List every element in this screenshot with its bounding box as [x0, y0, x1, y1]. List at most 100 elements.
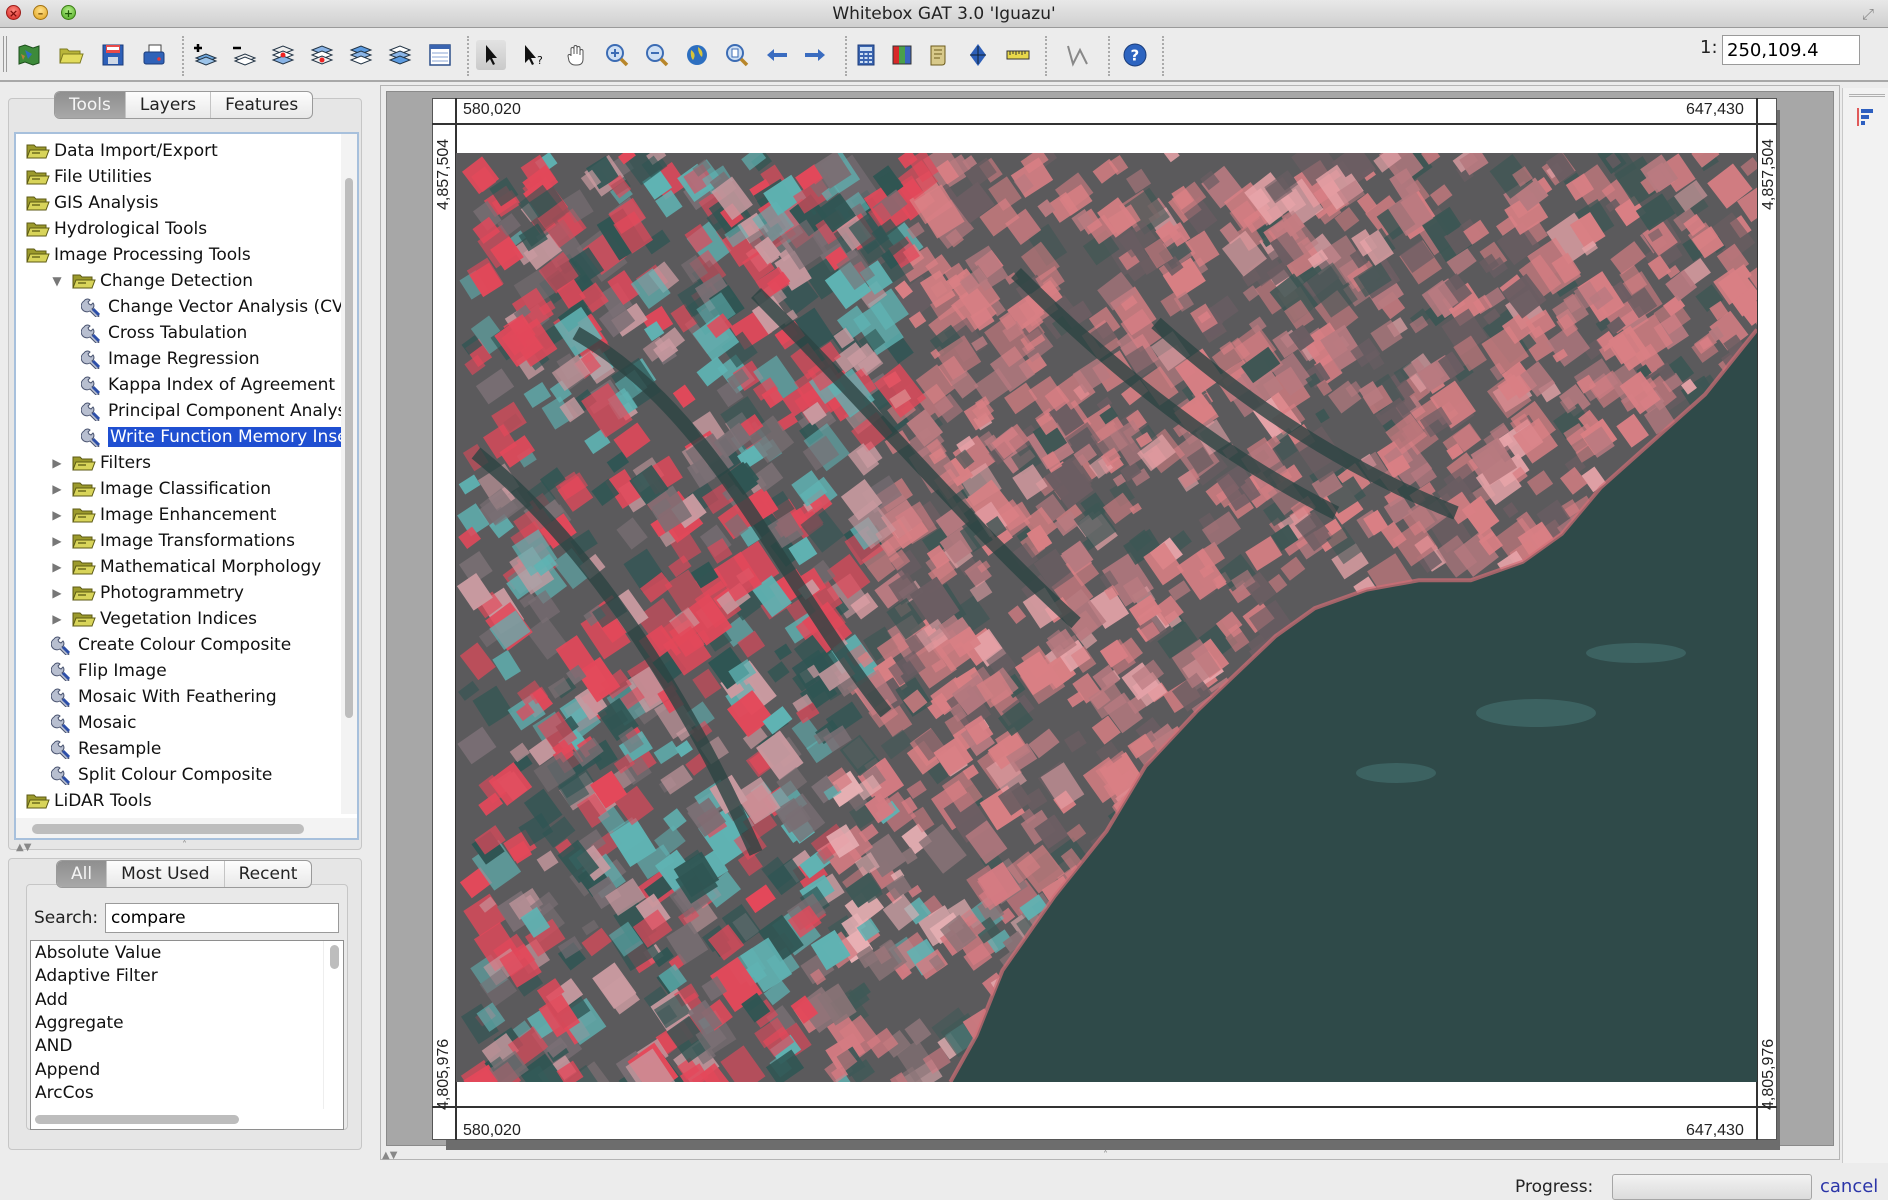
tool-list-item[interactable]: Append [35, 1060, 100, 1083]
fullscreen-icon[interactable]: ⤢ [1862, 5, 1880, 23]
tree-item-label: Image Processing Tools [54, 245, 251, 265]
tree-tool-item[interactable]: Image Regression [80, 346, 260, 372]
right-bottom-y-coordinate: 4,805,976 [1760, 1038, 1777, 1110]
zoom-to-layer-button[interactable] [722, 40, 752, 70]
tool-list-vertical-scrollbar[interactable] [323, 941, 343, 1109]
toolbar: ? ? 1: [0, 28, 1888, 82]
map-scale-input[interactable] [1722, 35, 1860, 65]
tree-folder-item[interactable]: Data Import/Export [26, 138, 218, 164]
zoom-in-button[interactable] [602, 40, 632, 70]
tree-tool-item[interactable]: Mosaic [50, 710, 136, 736]
layer-to-bottom-button[interactable] [385, 40, 415, 70]
select-button[interactable] [476, 40, 506, 70]
tree-vertical-scrollbar[interactable] [341, 134, 357, 814]
expand-arrow-icon[interactable]: ▶ [50, 482, 64, 496]
satellite-image[interactable] [456, 153, 1757, 1082]
tree-folder-item[interactable]: ▶ Image Classification [50, 476, 271, 502]
tree-tool-item[interactable]: Principal Component Analysi [80, 398, 351, 424]
map-splitter-arrows[interactable]: ▲▼ [382, 1150, 397, 1161]
next-extent-button[interactable] [800, 40, 830, 70]
print-button[interactable] [139, 40, 169, 70]
tab-features[interactable]: Features [210, 92, 312, 118]
tab-layers[interactable]: Layers [124, 92, 210, 118]
tab-tools[interactable]: Tools [55, 92, 125, 118]
expand-arrow-icon[interactable]: ▶ [50, 612, 64, 626]
tab-most-used[interactable]: Most Used [106, 861, 224, 887]
tool-list-item[interactable]: Absolute Value [35, 943, 161, 966]
expand-arrow-icon[interactable]: ▶ [50, 456, 64, 470]
raise-layer-button[interactable] [268, 40, 298, 70]
tree-folder-item[interactable]: Hydrological Tools [26, 216, 207, 242]
tool-list-item[interactable]: Aggregate [35, 1013, 124, 1036]
scripting-button[interactable] [923, 40, 953, 70]
tree-folder-item[interactable]: ▼ Change Detection [50, 268, 253, 294]
tree-item-label: Cross Tabulation [108, 323, 248, 343]
tree-tool-item[interactable]: Write Function Memory Inser [80, 424, 357, 450]
save-icon [102, 44, 124, 66]
tab-all[interactable]: All [57, 861, 107, 887]
digitize-button[interactable] [963, 40, 993, 70]
raster-calculator-button[interactable] [851, 40, 881, 70]
tool-list-vertical-scroll-thumb[interactable] [330, 945, 339, 969]
expand-arrow-icon[interactable]: ▶ [50, 534, 64, 548]
lower-layer-button[interactable] [307, 40, 337, 70]
zoom-out-button[interactable] [642, 40, 672, 70]
tree-tool-item[interactable]: Change Vector Analysis (CVA [80, 294, 354, 320]
identify-button[interactable]: ? [518, 40, 548, 70]
tree-tool-item[interactable]: Cross Tabulation [80, 320, 247, 346]
tab-recent[interactable]: Recent [223, 861, 312, 887]
save-button[interactable] [98, 40, 128, 70]
edit-vector-button[interactable] [1063, 40, 1093, 70]
tree-folder-item[interactable]: ▶ Vegetation Indices [50, 606, 257, 632]
tree-folder-item[interactable]: File Utilities [26, 164, 152, 190]
pan-button[interactable] [562, 40, 592, 70]
measure-button[interactable] [1003, 40, 1033, 70]
layer-to-top-button[interactable] [346, 40, 376, 70]
tool-list-horizontal-scrollbar[interactable] [31, 1109, 325, 1129]
tree-folder-item[interactable]: ▶ Photogrammetry [50, 580, 244, 606]
search-input[interactable] [105, 903, 339, 933]
remove-layer-button[interactable] [229, 40, 259, 70]
splitter-arrows[interactable]: ▲▼ [16, 842, 31, 853]
tool-list-item[interactable]: Adaptive Filter [35, 966, 158, 989]
tree-horizontal-scrollbar[interactable] [16, 818, 357, 838]
tool-list-horizontal-scroll-thumb[interactable] [35, 1115, 239, 1124]
tree-horizontal-scroll-thumb[interactable] [32, 824, 304, 834]
tool-list-item[interactable]: Add [35, 990, 68, 1013]
expand-arrow-icon[interactable]: ▶ [50, 586, 64, 600]
tree-tool-item[interactable]: Kappa Index of Agreement [80, 372, 335, 398]
progress-label: Progress: [1515, 1177, 1594, 1197]
cancel-link[interactable]: cancel [1820, 1176, 1878, 1197]
layer-properties-icon[interactable] [1855, 106, 1875, 128]
tree-folder-item[interactable]: ▶ Image Transformations [50, 528, 295, 554]
tree-tool-item[interactable]: Create Colour Composite [50, 632, 291, 658]
tree-vertical-scroll-thumb[interactable] [345, 178, 353, 718]
tree-folder-item[interactable]: ▶ Filters [50, 450, 151, 476]
help-button[interactable]: ? [1120, 40, 1150, 70]
add-layer-button[interactable] [190, 40, 220, 70]
toolbar-grip[interactable] [3, 36, 7, 72]
tree-tool-item[interactable]: Mosaic With Feathering [50, 684, 277, 710]
full-extent-button[interactable] [682, 40, 712, 70]
tool-list-item[interactable]: ArcCos [35, 1083, 94, 1106]
collapse-arrow-icon[interactable]: ▼ [50, 274, 64, 288]
tree-tool-item[interactable]: Flip Image [50, 658, 167, 684]
splitter-handle[interactable]: ˄ [182, 840, 187, 851]
tool-list-item[interactable]: AND [35, 1036, 72, 1059]
tree-folder-item[interactable]: LiDAR Tools [26, 788, 152, 814]
palette-manager-button[interactable] [887, 40, 917, 70]
expand-arrow-icon[interactable]: ▶ [50, 508, 64, 522]
map-splitter-handle[interactable]: ˄ [1103, 1150, 1108, 1161]
tree-folder-item[interactable]: Image Processing Tools [26, 242, 251, 268]
tree-folder-item[interactable]: ▶ Image Enhancement [50, 502, 276, 528]
expand-arrow-icon[interactable]: ▶ [50, 560, 64, 574]
tree-folder-item[interactable]: GIS Analysis [26, 190, 158, 216]
tree-tool-item[interactable]: Resample [50, 736, 161, 762]
previous-extent-button[interactable] [762, 40, 792, 70]
attribute-table-button[interactable] [425, 40, 455, 70]
new-map-button[interactable] [14, 40, 44, 70]
tree-folder-item[interactable]: ▶ Mathematical Morphology [50, 554, 321, 580]
open-button[interactable] [56, 40, 86, 70]
svg-text:?: ? [537, 54, 543, 67]
tree-tool-item[interactable]: Split Colour Composite [50, 762, 272, 788]
